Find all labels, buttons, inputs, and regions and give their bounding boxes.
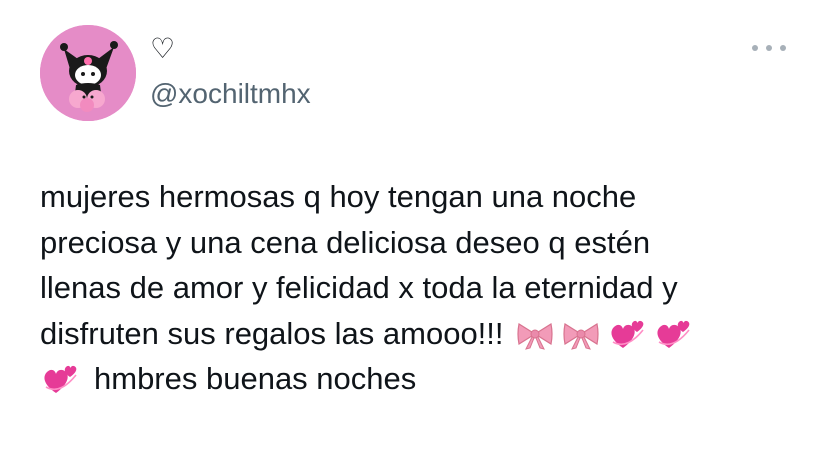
revolving-hearts-icon (607, 318, 647, 350)
user-handle[interactable]: @xochiltmhx (150, 78, 311, 110)
avatar[interactable] (40, 25, 136, 121)
kuromi-avatar-icon (40, 25, 136, 121)
ribbon-icon (561, 318, 601, 350)
more-dot (766, 45, 772, 51)
tweet-line: preciosa y una cena deliciosa deseo q es… (40, 224, 651, 260)
tweet-line-text: disfruten sus regalos las amooo!!! (40, 315, 504, 351)
tweet-card: ♡ @xochiltmhx mujeres hermosas q hoy ten… (0, 0, 828, 456)
tweet-line-text: hmbres buenas noches (94, 361, 417, 396)
more-options-button[interactable] (752, 38, 786, 58)
display-name[interactable]: ♡ (150, 34, 175, 64)
tweet-line: llenas de amor y felicidad x toda la ete… (40, 270, 678, 305)
ribbon-icon (515, 318, 555, 350)
revolving-hearts-icon (653, 318, 693, 350)
tweet-line-with-emojis: disfruten sus regalos las amooo!!! (40, 311, 810, 357)
tweet-line-with-emoji: hmbres buenas noches (40, 356, 810, 402)
more-dot (752, 45, 758, 51)
more-dot (780, 45, 786, 51)
revolving-hearts-icon (40, 363, 80, 395)
tweet-line: mujeres hermosas q hoy tengan una noche (40, 179, 637, 214)
tweet-text: mujeres hermosas q hoy tengan una noche … (40, 174, 810, 402)
